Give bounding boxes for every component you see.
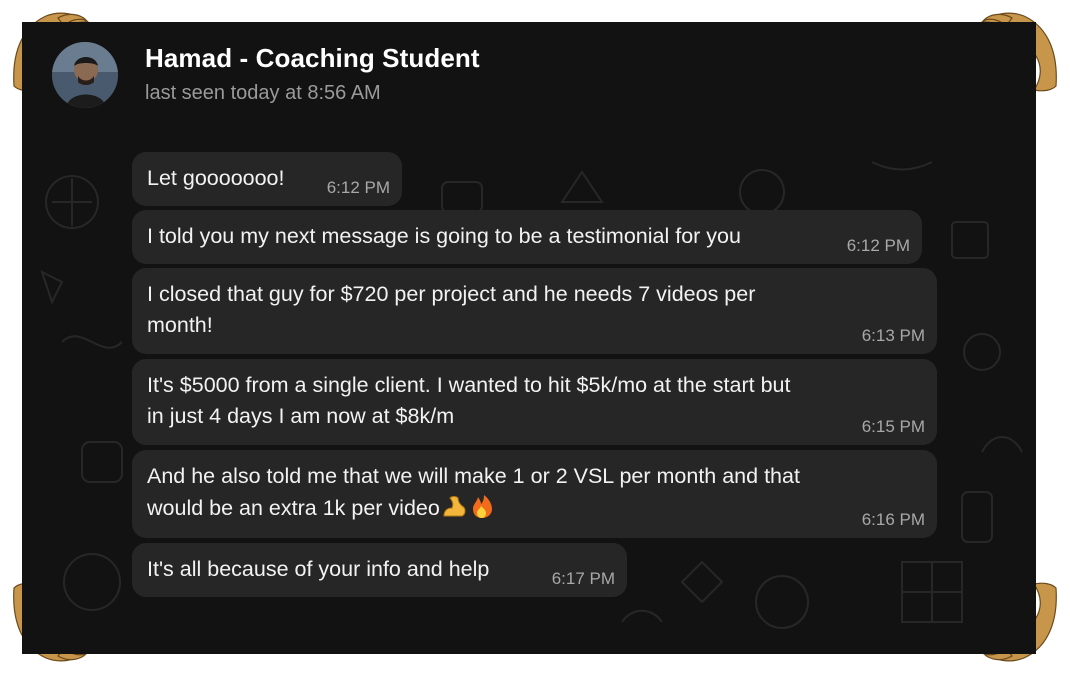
message-text: It's $5000 from a single client. I wante… <box>147 373 791 428</box>
message-time: 6:16 PM <box>861 510 925 529</box>
message-time: 6:15 PM <box>861 417 925 436</box>
message-text: It's all because of your info and help <box>147 557 490 581</box>
chat-title[interactable]: Hamad - Coaching Student <box>145 43 480 74</box>
message-bubble[interactable]: It's all because of your info and help 6… <box>132 543 627 597</box>
flexed-biceps-icon <box>443 496 466 517</box>
message-bubble[interactable]: Let gooooooo! 6:12 PM <box>132 152 402 206</box>
message-time: 6:12 PM <box>846 236 910 255</box>
contact-photo-icon <box>52 42 118 108</box>
message-text: I closed that guy for $720 per project a… <box>147 282 756 337</box>
chat-header[interactable]: Hamad - Coaching Student last seen today… <box>22 22 1036 132</box>
message-bubble[interactable]: And he also told me that we will make 1 … <box>132 450 937 538</box>
chat-window: Hamad - Coaching Student last seen today… <box>22 22 1036 654</box>
avatar[interactable] <box>52 42 118 108</box>
message-time: 6:12 PM <box>326 178 390 197</box>
message-text: I told you my next message is going to b… <box>147 224 741 248</box>
last-seen-status: last seen today at 8:56 AM <box>145 82 381 104</box>
message-text: Let gooooooo! <box>147 166 285 190</box>
message-bubble[interactable]: I closed that guy for $720 per project a… <box>132 268 937 354</box>
message-time: 6:17 PM <box>551 569 615 588</box>
fire-icon <box>472 495 492 518</box>
message-time: 6:13 PM <box>861 326 925 345</box>
message-bubble[interactable]: It's $5000 from a single client. I wante… <box>132 359 937 445</box>
message-bubble[interactable]: I told you my next message is going to b… <box>132 210 922 264</box>
